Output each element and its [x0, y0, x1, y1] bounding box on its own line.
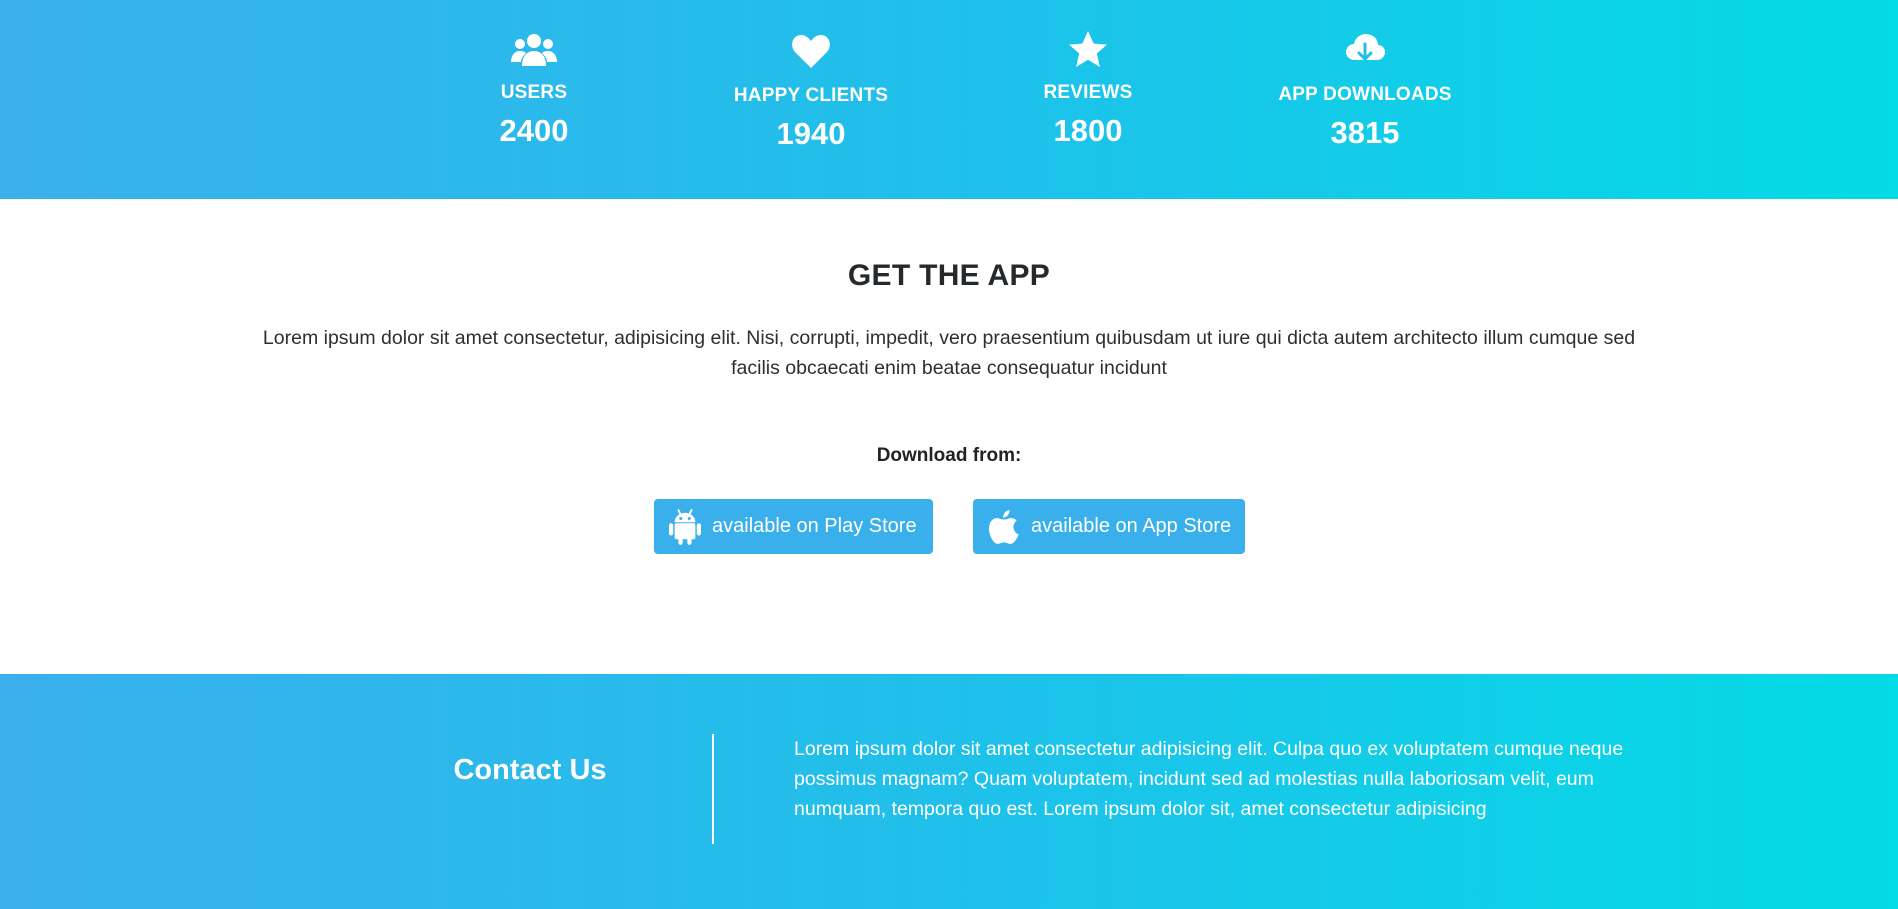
get-the-app-section: GET THE APP Lorem ipsum dolor sit amet c… [0, 199, 1898, 674]
stat-app-downloads: APP DOWNLOADS 3815 [1245, 0, 1485, 151]
app-store-label: available on App Store [1031, 515, 1232, 537]
stat-label: APP DOWNLOADS [1278, 84, 1452, 105]
stat-value: 3815 [1330, 115, 1400, 150]
heart-icon [792, 35, 830, 68]
stat-label: HAPPY CLIENTS [733, 85, 889, 106]
section-title: GET THE APP [847, 259, 1051, 292]
section-description: Lorem ipsum dolor sit amet consectetur, … [262, 327, 1636, 379]
cloud-download-icon [1346, 34, 1385, 61]
play-store-button[interactable]: available on Play Store [654, 499, 933, 554]
play-store-label: available on Play Store [712, 515, 917, 537]
android-icon [668, 507, 702, 547]
stat-label: REVIEWS [1043, 82, 1133, 103]
app-store-button[interactable]: available on App Store [973, 499, 1245, 554]
star-icon [1069, 31, 1107, 67]
stat-users: USERS 2400 [414, 0, 654, 149]
stats-banner: USERS 2400 HAPPY CLIENTS 1940 REVIEWS 18… [0, 0, 1898, 199]
stat-value: 1800 [1053, 113, 1123, 148]
stat-value: 2400 [499, 113, 569, 148]
contact-title: Contact Us [453, 754, 607, 786]
download-label: Download from: [876, 445, 1022, 466]
apple-icon [987, 507, 1021, 547]
contact-section: Contact Us Lorem ipsum dolor sit amet co… [0, 674, 1898, 909]
stat-reviews: REVIEWS 1800 [968, 0, 1208, 149]
stat-happy-clients: HAPPY CLIENTS 1940 [691, 0, 931, 152]
stat-value: 1940 [776, 116, 846, 151]
stat-label: USERS [500, 82, 568, 103]
contact-text: Lorem ipsum dolor sit amet consectetur a… [794, 738, 1624, 820]
users-icon [511, 34, 557, 66]
vertical-divider [712, 734, 714, 844]
